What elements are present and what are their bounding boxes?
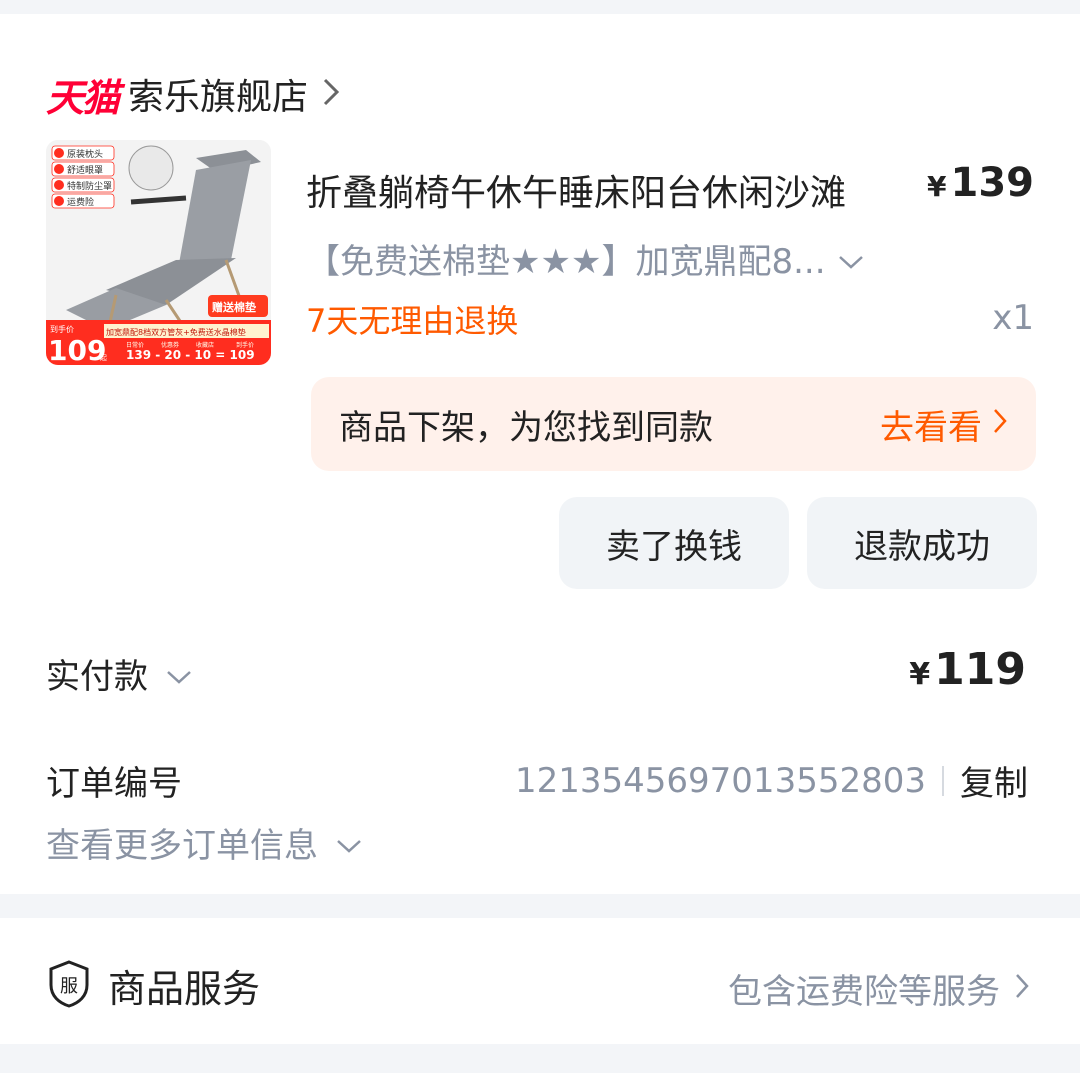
refund-success-button[interactable]: 退款成功 (807, 497, 1037, 589)
more-order-info-toggle[interactable]: 查看更多订单信息 (46, 818, 362, 867)
chevron-right-icon (322, 77, 340, 111)
service-shield-icon: 服 (48, 960, 90, 1012)
chevron-down-icon (336, 823, 362, 863)
tmall-logo: 天猫 (46, 75, 120, 120)
quantity: x1 (992, 298, 1034, 338)
handprice-label: 到手价 (50, 324, 74, 334)
sku-selector[interactable]: 【免费送棉垫★★★】加宽鼎配8... (306, 234, 926, 283)
similar-notice-text: 商品下架，为您找到同款 (339, 407, 713, 448)
feature-1: 原装枕头 (67, 148, 103, 160)
order-number: 1213545697013552803 (514, 760, 926, 801)
sku-text: 【免费送棉垫★★★】加宽鼎配8... (306, 242, 826, 282)
chevron-right-icon (1014, 969, 1030, 1009)
order-number-label: 订单编号 (46, 764, 182, 804)
chevron-right-icon (992, 404, 1008, 444)
gift-badge: 赠送棉垫 (212, 300, 256, 314)
shop-header[interactable]: 天猫 索乐旗舰店 (46, 72, 340, 120)
service-title: 商品服务 (108, 967, 261, 1011)
divider (942, 765, 944, 796)
service-summary[interactable]: 包含运费险等服务 (728, 964, 1030, 1013)
handprice-unit: 起 (100, 354, 107, 362)
feature-3: 特制防尘罩 (67, 180, 112, 192)
feature-4: 运费险 (67, 196, 94, 208)
return-policy-tag: 7天无理由退换 (306, 302, 519, 340)
feature-2: 舒适眼罩 (67, 164, 103, 176)
copy-button[interactable]: 复制 (960, 756, 1028, 805)
shop-name[interactable]: 索乐旗舰店 (128, 68, 308, 120)
product-thumbnail[interactable]: 原装枕头 舒适眼罩 特制防尘罩 运费险 赠送棉垫 加宽鼎配8档双方管灰+免费送水… (46, 140, 271, 365)
view-similar-link[interactable]: 去看看 (880, 400, 1008, 449)
order-item-card: 天猫 索乐旗舰店 原装枕头 舒适眼罩 特制防尘罩 运费险 赠送棉垫 加宽鼎配8档… (0, 14, 1080, 894)
order-number-row: 1213545697013552803 复制 (515, 756, 1028, 805)
chevron-down-icon (166, 654, 192, 694)
price-formula: 139 - 20 - 10 = 109 (126, 348, 255, 362)
product-title[interactable]: 折叠躺椅午休午睡床阳台休闲沙滩 (306, 164, 846, 216)
promo-banner: 加宽鼎配8档双方管灰+免费送水晶棉垫 (106, 327, 246, 337)
chevron-down-icon (838, 239, 864, 279)
payment-label[interactable]: 实付款 (46, 649, 192, 698)
svg-text:服: 服 (60, 976, 78, 997)
payment-amount: ¥119 (909, 644, 1026, 695)
service-card[interactable]: 服 商品服务 包含运费险等服务 (0, 918, 1080, 1044)
sell-for-cash-button[interactable]: 卖了换钱 (559, 497, 789, 589)
product-price: ¥139 (927, 160, 1034, 206)
handprice: 109 (48, 334, 106, 365)
similar-product-notice[interactable]: 商品下架，为您找到同款 去看看 (311, 377, 1036, 471)
